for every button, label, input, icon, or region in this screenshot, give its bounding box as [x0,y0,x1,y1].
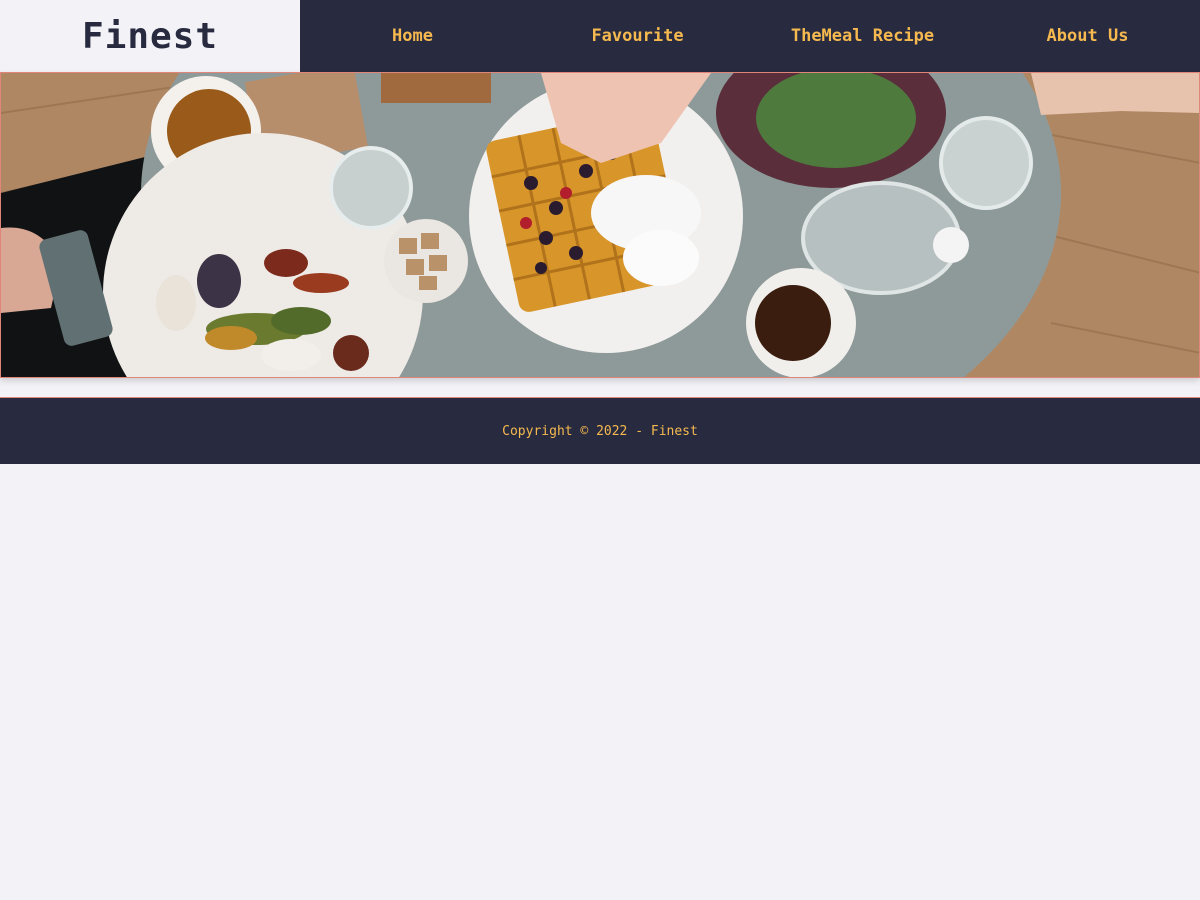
nav-favourite[interactable]: Favourite [525,26,750,46]
nav-home[interactable]: Home [300,26,525,46]
hero-banner-image [0,72,1200,378]
brand-logo[interactable]: Finest [0,0,300,72]
main-nav: Home Favourite TheMeal Recipe About Us [300,0,1200,72]
brunch-table-illustration [1,73,1199,377]
nav-themeal-recipe[interactable]: TheMeal Recipe [750,26,975,46]
site-header: Finest Home Favourite TheMeal Recipe Abo… [0,0,1200,72]
brand-name[interactable]: Finest [82,16,218,57]
copyright-text: Copyright © 2022 - Finest [502,423,698,439]
nav-about-us[interactable]: About Us [975,26,1200,46]
site-footer: Copyright © 2022 - Finest [0,397,1200,464]
